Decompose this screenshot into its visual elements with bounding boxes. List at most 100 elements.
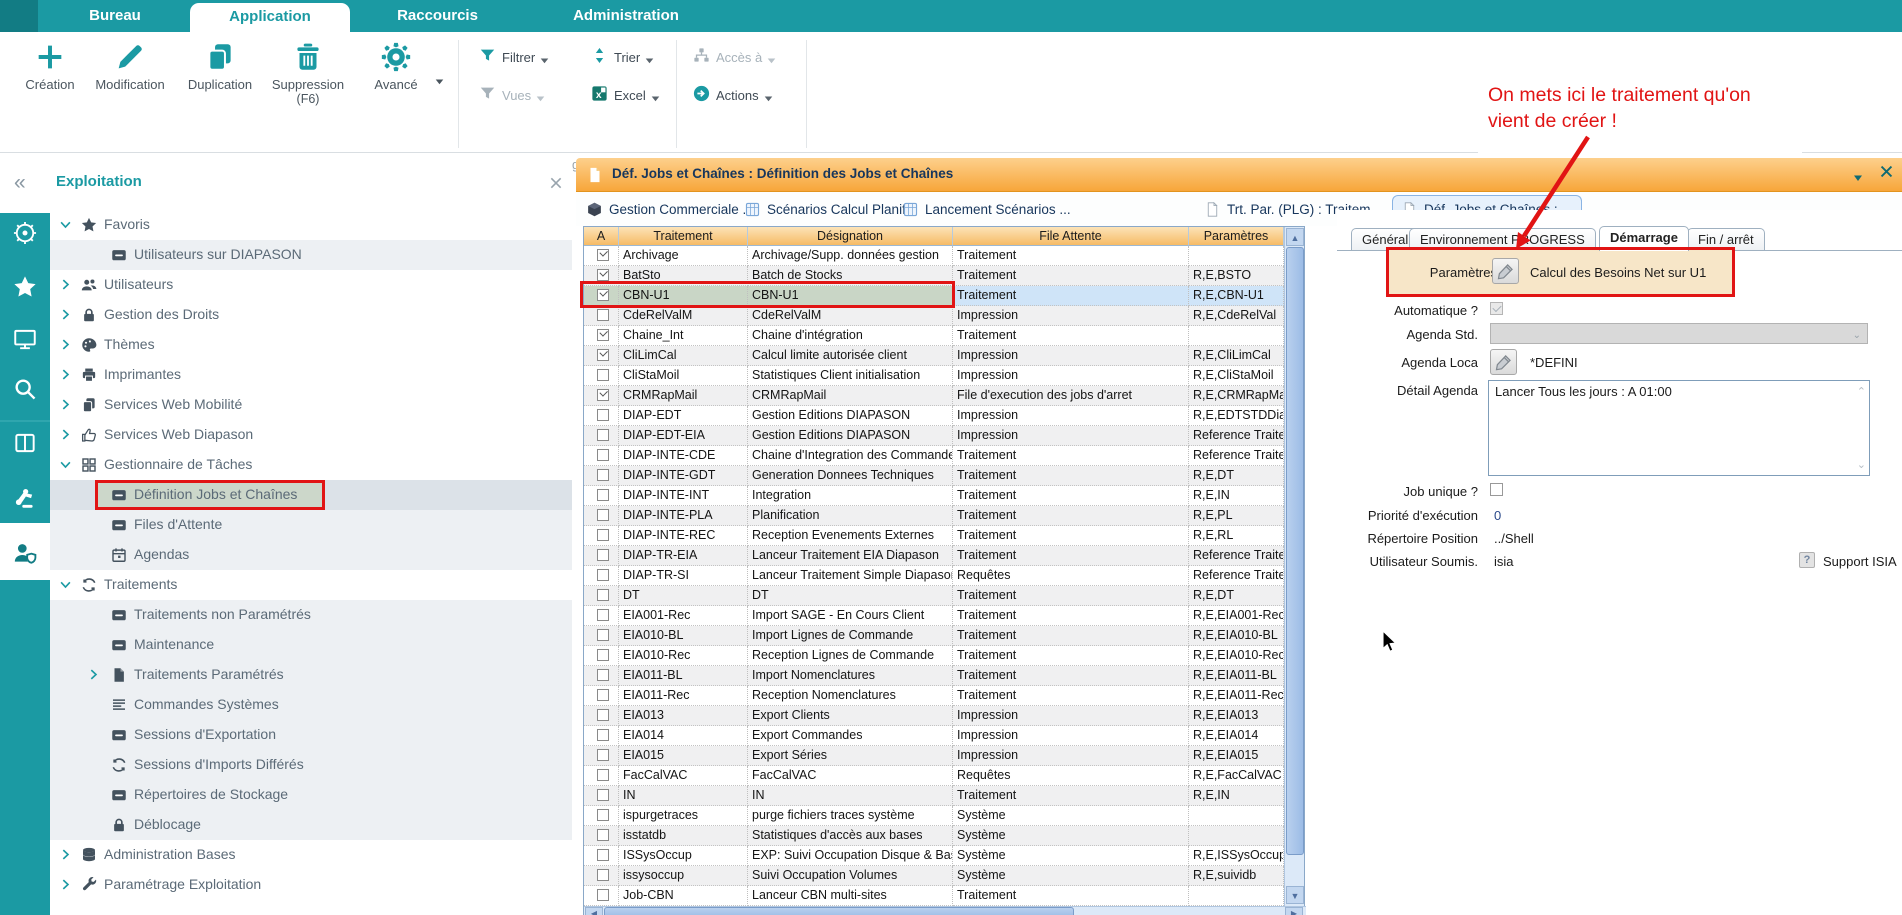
table-horizontal-scrollbar[interactable]: ◀ ▶ [584,906,1306,915]
table-row-diap-inte-pla[interactable]: DIAP-INTE-PLAPlanificationTraitementR,E,… [584,506,1284,526]
sidebar-collapse-icon[interactable]: « [14,171,26,195]
table-row-batsto[interactable]: BatStoBatch de StocksTraitementR,E,BSTO [584,266,1284,286]
chevron-right-icon[interactable] [58,877,73,892]
job-unique-checkbox[interactable] [1490,483,1503,496]
table-row-eia001-rec[interactable]: EIA001-RecImport SAGE - En Cours ClientT… [584,606,1284,626]
sidebar-item-traitements-parametres[interactable]: Traitements Paramétrés [50,660,572,690]
rail-item-star-white[interactable] [12,274,38,300]
vertical-scroll-thumb[interactable] [1286,247,1304,855]
detail-tab-fin-arret[interactable]: Fin / arrêt [1687,228,1765,250]
row-checkbox[interactable] [597,829,609,841]
chevron-right-icon[interactable] [58,427,73,442]
textarea-scroll-down-icon[interactable]: ⌄ [1857,458,1866,471]
document-tab-lancement-scenarios[interactable]: Lancement Scénarios ... [894,195,1079,223]
row-checkbox[interactable] [597,809,609,821]
row-checkbox[interactable] [597,269,609,281]
menu-tab-raccourcis[interactable]: Raccourcis [380,0,495,32]
row-checkbox[interactable] [597,789,609,801]
rail-item-columns[interactable] [12,430,38,456]
row-checkbox[interactable] [597,529,609,541]
textarea-scroll-up-icon[interactable]: ⌃ [1857,385,1866,398]
toolbar-button-suppression[interactable]: Suppression(F6) [264,40,352,106]
table-row-issysoccup[interactable]: ISSysOccupEXP: Suivi Occupation Disque &… [584,846,1284,866]
chevron-right-icon[interactable] [86,667,101,682]
scroll-right-icon[interactable]: ▶ [1285,907,1303,915]
row-checkbox[interactable] [597,349,609,361]
table-row-diap-inte-rec[interactable]: DIAP-INTE-RECReception Evenements Extern… [584,526,1284,546]
sidebar-item-services-web-mobilite[interactable]: Services Web Mobilité [50,390,572,420]
row-checkbox[interactable] [597,729,609,741]
row-checkbox[interactable] [597,869,609,881]
column-header-a[interactable]: A [584,227,619,246]
row-checkbox[interactable] [597,569,609,581]
detail-tab-demarrage[interactable]: Démarrage [1599,226,1689,251]
rail-item-monitor[interactable] [12,326,38,352]
row-checkbox[interactable] [597,669,609,681]
toolbar-button-duplication[interactable]: Duplication [176,40,264,92]
row-checkbox[interactable] [597,649,609,661]
table-row-diap-edt-eia[interactable]: DIAP-EDT-EIAGestion Editions DIAPASONImp… [584,426,1284,446]
menu-tab-administration[interactable]: Administration [560,0,692,32]
table-row-issysoccup[interactable]: issysoccupSuivi Occupation VolumesSystèm… [584,866,1284,886]
sidebar-item-administration-bases[interactable]: Administration Bases [50,840,572,870]
table-row-ispurgetraces[interactable]: ispurgetracespurge fichiers traces systè… [584,806,1284,826]
row-checkbox[interactable] [597,609,609,621]
automatique-checkbox[interactable] [1490,302,1503,315]
toolbar-button-modification[interactable]: Modification [86,40,174,92]
toolbar-button-avance[interactable]: Avancé [352,40,440,92]
table-row-diap-inte-gdt[interactable]: DIAP-INTE-GDTGeneration Donnees Techniqu… [584,466,1284,486]
rail-item-user-shield[interactable] [12,540,38,566]
column-header-designation[interactable]: Désignation [748,227,953,246]
sidebar-item-gestionnaire-de-taches[interactable]: Gestionnaire de Tâches [50,450,572,480]
row-checkbox[interactable] [597,689,609,701]
table-vertical-scrollbar[interactable]: ▲ ▼ [1284,227,1304,906]
row-checkbox[interactable] [597,509,609,521]
table-row-eia010-bl[interactable]: EIA010-BLImport Lignes de CommandeTraite… [584,626,1284,646]
chevron-down-icon[interactable] [58,217,73,232]
scroll-left-icon[interactable]: ◀ [585,907,603,915]
sidebar-item-traitements[interactable]: Traitements [50,570,572,600]
sidebar-item-parametrage-exploitation[interactable]: Paramétrage Exploitation [50,870,572,900]
row-checkbox[interactable] [597,409,609,421]
table-row-crmrapmail[interactable]: CRMRapMailCRMRapMailFile d'execution des… [584,386,1284,406]
sidebar-item-gestion-des-droits[interactable]: Gestion des Droits [50,300,572,330]
sidebar-item-definition-jobs-et-chaines[interactable]: Définition Jobs et Chaînes [50,480,572,510]
row-checkbox[interactable] [597,289,609,301]
rail-item-wheel[interactable] [12,220,38,246]
row-checkbox[interactable] [597,369,609,381]
table-row-diap-inte-int[interactable]: DIAP-INTE-INTIntegrationTraitementR,E,IN [584,486,1284,506]
sidebar-item-sessions-d-exportation[interactable]: Sessions d'Exportation [50,720,572,750]
row-checkbox[interactable] [597,429,609,441]
table-row-cderelvalm[interactable]: CdeRelValMCdeRelValMImpressionR,E,CdeRel… [584,306,1284,326]
titlebar-close-icon[interactable] [1878,163,1895,180]
sidebar-item-traitements-non-parametres[interactable]: Traitements non Paramétrés [50,600,572,630]
table-row-clilimcal[interactable]: CliLimCalCalcul limite autorisée clientI… [584,346,1284,366]
titlebar-caret-down-icon[interactable] [1852,170,1864,180]
row-checkbox[interactable] [597,889,609,901]
table-row-in[interactable]: ININTraitementR,E,IN [584,786,1284,806]
menu-tab-application[interactable]: Application [190,3,350,32]
chevron-down-icon[interactable] [58,457,73,472]
chevron-right-icon[interactable] [58,397,73,412]
row-checkbox[interactable] [597,329,609,341]
scroll-up-icon[interactable]: ▲ [1286,228,1304,246]
sidebar-item-services-web-diapason[interactable]: Services Web Diapason [50,420,572,450]
chevron-right-icon[interactable] [58,307,73,322]
menu-tab-bureau[interactable]: Bureau [60,0,170,32]
agenda-std-select[interactable]: ⌄ [1490,323,1868,344]
chevron-right-icon[interactable] [58,367,73,382]
table-row-eia014[interactable]: EIA014Export CommandesImpressionR,E,EIA0… [584,726,1284,746]
parametres-picker-button[interactable] [1492,258,1519,284]
toolbar-button-trier[interactable]: Trier [590,44,654,70]
row-checkbox[interactable] [597,489,609,501]
app-menu-button[interactable] [0,0,38,32]
table-row-diap-edt[interactable]: DIAP-EDTGestion Editions DIAPASONImpress… [584,406,1284,426]
toolbar-button-actions[interactable]: Actions [692,82,773,108]
row-checkbox[interactable] [597,769,609,781]
table-row-diap-tr-si[interactable]: DIAP-TR-SILanceur Traitement Simple Diap… [584,566,1284,586]
sidebar-item-files-d-attente[interactable]: Files d'Attente [50,510,572,540]
table-row-eia011-bl[interactable]: EIA011-BLImport NomenclaturesTraitementR… [584,666,1284,686]
table-row-diap-tr-eia[interactable]: DIAP-TR-EIALanceur Traitement EIA Diapas… [584,546,1284,566]
column-header-parametres[interactable]: Paramètres [1189,227,1284,246]
chevron-down-icon[interactable] [58,577,73,592]
